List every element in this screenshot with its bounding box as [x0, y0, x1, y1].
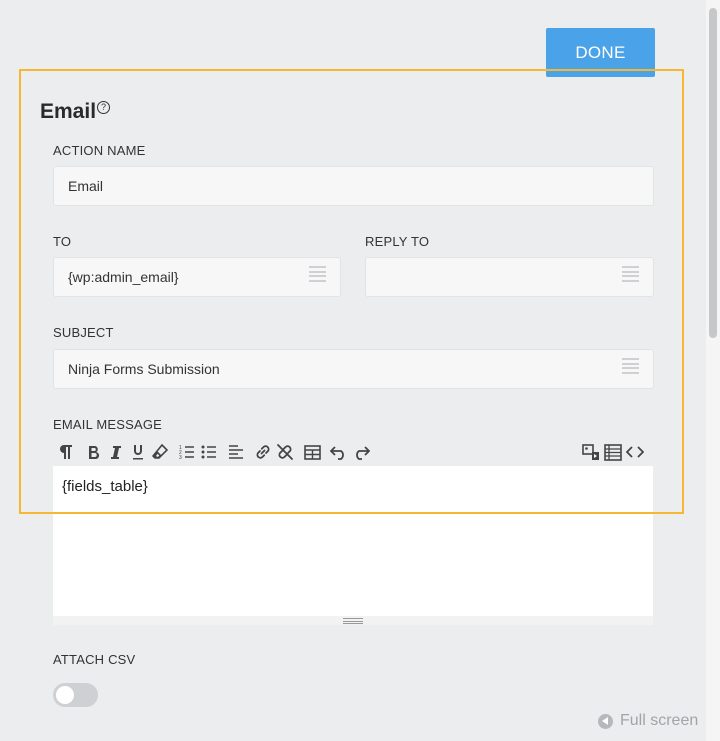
email-message-content: {fields_table} — [62, 478, 148, 495]
scrollbar-thumb[interactable] — [709, 8, 717, 338]
align-left-icon[interactable] — [226, 440, 246, 464]
email-message-label: EMAIL MESSAGE — [53, 417, 163, 432]
bold-icon[interactable] — [84, 440, 104, 464]
underline-icon[interactable] — [128, 440, 148, 464]
merge-tags-icon[interactable] — [603, 440, 623, 464]
link-icon[interactable] — [253, 440, 273, 464]
italic-icon[interactable] — [106, 440, 126, 464]
eraser-icon[interactable] — [150, 440, 170, 464]
unlink-icon[interactable] — [275, 440, 295, 464]
help-icon[interactable]: ? — [97, 101, 110, 114]
svg-text:3: 3 — [179, 455, 182, 460]
reply-to-input[interactable] — [365, 257, 654, 297]
reply-to-merge-tags-icon[interactable] — [622, 266, 639, 282]
done-button[interactable]: DONE — [546, 28, 655, 77]
to-merge-tags-icon[interactable] — [309, 266, 326, 282]
email-message-editor[interactable]: {fields_table} — [53, 466, 653, 616]
subject-input[interactable]: Ninja Forms Submission — [53, 349, 654, 389]
reply-to-label: REPLY TO — [365, 234, 430, 249]
editor-toolbar: 123 — [53, 438, 653, 466]
subject-merge-tags-icon[interactable] — [622, 358, 639, 374]
attach-csv-toggle[interactable] — [53, 683, 98, 707]
fullscreen-label: Full screen — [620, 712, 699, 729]
subject-label: SUBJECT — [53, 325, 114, 340]
fullscreen-button[interactable]: Full screen — [598, 711, 698, 731]
action-name-value: Email — [68, 178, 104, 194]
attach-csv-label: ATTACH CSV — [53, 652, 136, 667]
subject-value: Ninja Forms Submission — [68, 361, 220, 377]
table-icon[interactable] — [302, 440, 322, 464]
action-name-input[interactable]: Email — [53, 166, 654, 206]
toggle-knob — [56, 686, 74, 704]
to-label: TO — [53, 234, 72, 249]
unordered-list-icon[interactable] — [199, 440, 219, 464]
undo-icon[interactable] — [329, 440, 349, 464]
redo-icon[interactable] — [351, 440, 371, 464]
code-view-icon[interactable] — [625, 440, 645, 464]
editor-resize-handle[interactable] — [343, 618, 363, 624]
ordered-list-icon[interactable]: 123 — [177, 440, 197, 464]
paragraph-icon[interactable] — [56, 440, 76, 464]
arrow-left-circle-icon — [598, 713, 613, 729]
to-input[interactable]: {wp:admin_email} — [53, 257, 341, 297]
vertical-scrollbar[interactable] — [706, 0, 720, 741]
section-title: Email — [40, 100, 97, 123]
action-name-label: ACTION NAME — [53, 143, 146, 158]
to-value: {wp:admin_email} — [68, 269, 179, 285]
media-icon[interactable] — [581, 440, 601, 464]
